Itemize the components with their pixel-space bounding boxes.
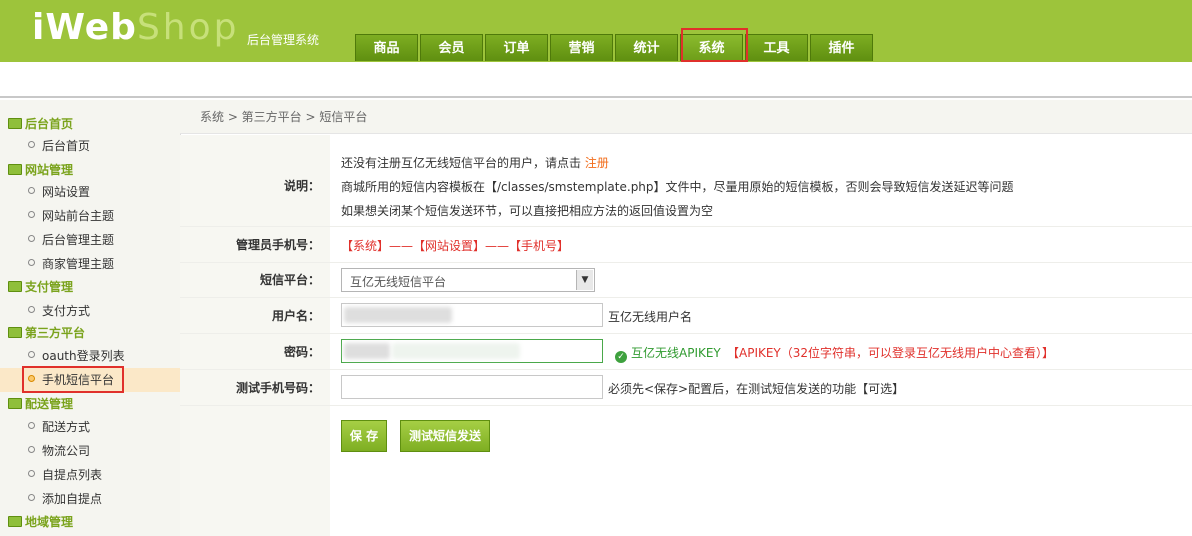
test-sms-button[interactable]: 测试短信发送: [400, 420, 490, 452]
row-divider: [180, 333, 1192, 334]
bullet-icon: [28, 141, 35, 148]
nav-tab-marketing[interactable]: 营销: [550, 34, 613, 61]
section-label: 地域管理: [25, 515, 74, 529]
bullet-icon: [28, 446, 35, 453]
description-label: 说明：: [283, 179, 320, 193]
redacted-username: [344, 307, 452, 323]
description-line-disable: 如果想关闭某个短信发送环节，可以直接把相应方法的返回值设置为空: [341, 204, 714, 218]
sms-platform-label: 短信平台：: [259, 273, 320, 287]
sidebar-item-delivery-methods[interactable]: 配送方式: [28, 418, 90, 436]
bullet-icon: [28, 211, 35, 218]
sidebar-section-region[interactable]: 地域管理: [8, 513, 73, 531]
bullet-icon: [28, 494, 35, 501]
sidebar-item-add-pickup[interactable]: 添加自提点: [28, 490, 102, 508]
folder-icon: [8, 118, 22, 129]
item-label: 商家管理主题: [42, 257, 115, 271]
nav-tab-members[interactable]: 会员: [420, 34, 483, 61]
sms-platform-select[interactable]: 互亿无线短信平台 ▼: [341, 268, 595, 292]
folder-icon: [8, 398, 22, 409]
sidebar-section-home[interactable]: 后台首页: [8, 115, 73, 133]
logo: iWebShop: [32, 6, 240, 50]
test-phone-label: 测试手机号码：: [235, 381, 320, 395]
username-hint: 互亿无线用户名: [608, 310, 693, 324]
save-button[interactable]: 保 存: [341, 420, 387, 452]
sidebar-item-logistics[interactable]: 物流公司: [28, 442, 90, 460]
sidebar-section-third-party[interactable]: 第三方平台: [8, 324, 85, 342]
password-label: 密码：: [283, 345, 320, 359]
sidebar-section-delivery[interactable]: 配送管理: [8, 395, 73, 413]
nav-tab-plugins[interactable]: 插件: [810, 34, 873, 61]
nav-tab-statistics[interactable]: 统计: [615, 34, 678, 61]
section-label: 配送管理: [25, 397, 74, 411]
bullet-icon: [28, 422, 35, 429]
sub-toolbar: [0, 62, 1192, 98]
password-hint: 【APIKEY（32位字符串，可以登录互亿无线用户中心查看）】: [727, 346, 1055, 360]
test-phone-input[interactable]: [341, 375, 603, 399]
breadcrumb: 系统 > 第三方平台 > 短信平台: [180, 100, 1192, 134]
bullet-icon: [28, 470, 35, 477]
username-label: 用户名：: [271, 309, 320, 323]
password-ok-status: ✓ 互亿无线APIKEY: [615, 344, 721, 363]
folder-icon: [8, 516, 22, 527]
password-ok-text: 互亿无线APIKEY: [631, 346, 721, 360]
sms-platform-value: 互亿无线短信平台: [350, 275, 447, 289]
section-label: 后台首页: [25, 117, 74, 131]
form-label-column: [180, 135, 330, 536]
check-circle-icon: ✓: [615, 351, 627, 363]
item-label: 自提点列表: [42, 468, 103, 482]
item-label: 物流公司: [42, 444, 91, 458]
row-divider: [180, 369, 1192, 370]
header-bar: iWebShop 后台管理系统 商品 会员 订单 营销 统计 系统 工具 插件: [0, 0, 1192, 62]
admin-phone-hint: 【系统】——【网站设置】——【手机号】: [341, 239, 570, 253]
row-divider: [180, 297, 1192, 298]
item-label: 后台首页: [42, 139, 91, 153]
section-label: 第三方平台: [25, 326, 86, 340]
item-label: 添加自提点: [42, 492, 103, 506]
sidebar-item-pickup-list[interactable]: 自提点列表: [28, 466, 102, 484]
register-link[interactable]: 注册: [585, 156, 609, 170]
row-divider: [180, 405, 1192, 406]
main-nav: 商品 会员 订单 营销 统计 系统 工具 插件: [355, 34, 875, 62]
sidebar-item-front-theme[interactable]: 网站前台主题: [28, 207, 114, 225]
sidebar-item-home[interactable]: 后台首页: [28, 137, 90, 155]
nav-highlight-box: [681, 28, 748, 62]
folder-icon: [8, 164, 22, 175]
chevron-down-icon[interactable]: ▼: [576, 270, 593, 290]
logo-suffix: Shop: [136, 7, 240, 48]
register-text: 还没有注册互亿无线短信平台的用户，请点击: [341, 156, 582, 170]
redacted-password-tail: [392, 343, 520, 359]
admin-phone-label: 管理员手机号：: [235, 238, 320, 252]
system-subtitle: 后台管理系统: [247, 33, 320, 47]
description-line-template: 商城所用的短信内容模板在【/classes/smstemplate.php】文件…: [341, 180, 1014, 194]
item-label: 网站前台主题: [42, 209, 115, 223]
row-divider: [180, 262, 1192, 263]
item-label: 配送方式: [42, 420, 91, 434]
nav-tab-orders[interactable]: 订单: [485, 34, 548, 61]
nav-tab-tools[interactable]: 工具: [745, 34, 808, 61]
test-phone-hint: 必须先<保存>配置后，在测试短信发送的功能【可选】: [608, 382, 905, 396]
description-line-register: 还没有注册互亿无线短信平台的用户，请点击 注册: [341, 154, 609, 171]
logo-prefix: iWeb: [32, 7, 137, 48]
section-label: 网站管理: [25, 163, 74, 177]
redacted-password: [344, 343, 390, 359]
bullet-icon: [28, 259, 35, 266]
nav-tab-goods[interactable]: 商品: [355, 34, 418, 61]
row-divider: [180, 226, 1192, 227]
folder-icon: [8, 327, 22, 338]
